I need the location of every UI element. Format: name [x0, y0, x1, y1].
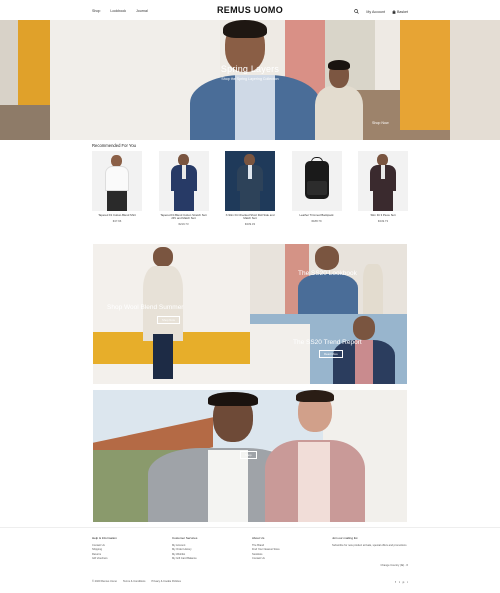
footer-heading: Join our mailing list — [332, 536, 358, 540]
hero-text: Spring Layers Shop the Spring Layering C… — [0, 64, 500, 81]
product-image[interactable] — [158, 151, 209, 211]
section-title: Recommended For You — [92, 143, 136, 148]
model-trousers — [153, 334, 173, 379]
site-footer: Help & Information Contact Us Shipping R… — [0, 527, 500, 593]
model-head — [315, 246, 339, 270]
product-price: €188.79 — [311, 218, 322, 223]
product-price: €219.73 — [178, 222, 189, 227]
product-name[interactable]: X-Slim Fit Checked Short Roll Side and M… — [225, 213, 275, 221]
product-card[interactable]: Slim Fit 3 Piece Suit €249.73 — [358, 151, 408, 226]
promo-trend-button[interactable]: Read More — [319, 350, 343, 358]
social-links: f t p i — [395, 580, 408, 584]
product-card[interactable]: Tapered Fit Blend Cotton Stretch Suit 2P… — [158, 151, 209, 227]
terms-link[interactable]: Terms & Conditions — [123, 580, 146, 583]
footer-newsletter: Join our mailing list Subscribe for new … — [332, 536, 408, 547]
currency-selector[interactable]: Change Country (IE) · € — [380, 564, 408, 567]
account-link[interactable]: My Account — [366, 10, 385, 14]
site-header: Shop Lookbook Journal REMUS UOMO My Acco… — [0, 0, 500, 20]
product-price: €249.73 — [377, 218, 389, 223]
model-shirt — [355, 340, 373, 384]
footer-heading: Customer Services — [172, 536, 198, 540]
product-image[interactable] — [291, 151, 342, 211]
model-shirt — [208, 450, 248, 522]
newsletter-note: Subscribe for new product arrivals, spec… — [332, 544, 407, 547]
product-name[interactable]: Leather Trimmed Backpack — [292, 213, 342, 217]
product-card[interactable]: X-Slim Fit Checked Short Roll Side and M… — [225, 151, 275, 226]
bag-icon — [392, 9, 396, 15]
header-actions: My Account Basket — [354, 9, 408, 15]
model-suit — [298, 274, 358, 314]
privacy-link[interactable]: Privacy & Cookie Policies — [151, 580, 180, 583]
product-name[interactable]: Slim Fit 3 Piece Suit — [358, 213, 408, 217]
model-head — [353, 316, 375, 340]
search-icon[interactable] — [354, 9, 360, 15]
instagram-icon[interactable]: i — [407, 580, 408, 584]
product-card[interactable]: Tapered Fit Cotton-Blend Shirt €47.96 — [92, 151, 142, 226]
product-image[interactable] — [92, 151, 142, 211]
model-hair — [208, 392, 258, 406]
product-image[interactable] — [225, 151, 275, 211]
promo-banner-bottom[interactable]: Shop — [93, 390, 407, 522]
product-carousel: Tapered Fit Cotton-Blend Shirt €47.96 Ta… — [92, 151, 408, 226]
product-name[interactable]: Tapered Fit Cotton-Blend Shirt — [92, 213, 142, 217]
promo-trend-title[interactable]: The SS20 Trend Report — [293, 339, 362, 346]
model-head — [153, 247, 173, 267]
footer-col-about: About Us The Brand Find Your Nearest Sto… — [252, 536, 280, 562]
hero-subtitle[interactable]: Shop the Spring Layering Collection — [0, 77, 500, 81]
product-price: €239.33 — [244, 222, 256, 227]
pinterest-icon[interactable]: p — [403, 580, 405, 584]
copyright: © 2020 Remus Uomo — [92, 580, 117, 583]
promo-summer-button[interactable]: Shop Now — [157, 316, 180, 324]
basket-link[interactable]: Basket — [392, 9, 408, 15]
promo-summer-title[interactable]: Shop Wool Blend Summer — [107, 304, 183, 311]
hero-title: Spring Layers — [220, 64, 280, 74]
brand-logo[interactable]: REMUS UOMO — [0, 5, 500, 15]
legal-links: © 2020 Remus Uomo Terms & Conditions Pri… — [92, 580, 181, 583]
basket-label: Basket — [397, 10, 408, 14]
promo-bottom-button[interactable]: Shop — [240, 451, 257, 459]
model-shirt — [298, 442, 330, 522]
footer-col-services: Customer Services My Account My Order Hi… — [172, 536, 197, 562]
footer-link[interactable]: My Gift Card Balance — [172, 557, 197, 561]
product-price: €47.96 — [112, 218, 122, 223]
model-hair — [296, 390, 334, 402]
promo-lookbook-title[interactable]: The SS20 Lookbook — [298, 270, 357, 277]
footer-link[interactable]: Gift Vouchers — [92, 557, 117, 561]
footer-heading: About Us — [252, 536, 265, 540]
product-card[interactable]: Leather Trimmed Backpack €188.79 — [291, 151, 342, 226]
footer-link[interactable]: Contact Us — [252, 557, 280, 561]
promo-bg — [250, 324, 310, 384]
hero-banner[interactable]: Spring Layers Shop the Spring Layering C… — [0, 20, 500, 140]
product-name[interactable]: Tapered Fit Blend Cotton Stretch Suit 2P… — [159, 213, 209, 221]
hero-bg — [0, 105, 50, 140]
product-image[interactable] — [358, 151, 408, 211]
model-coat — [363, 264, 383, 314]
twitter-icon[interactable]: t — [399, 580, 400, 584]
promo-grid: Shop Wool Blend Summer Shop Now The SS20… — [93, 244, 407, 384]
hero-cta[interactable]: Shop Now — [372, 121, 389, 125]
footer-col-help: Help & Information Contact Us Shipping R… — [92, 536, 117, 562]
footer-heading: Help & Information — [92, 536, 117, 540]
facebook-icon[interactable]: f — [395, 580, 396, 584]
